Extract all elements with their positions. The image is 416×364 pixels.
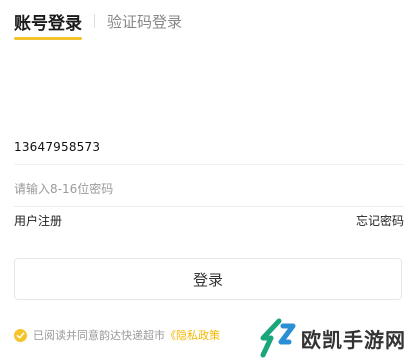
agreement-check-icon[interactable] [14, 328, 27, 342]
tab-account-login[interactable]: 账号登录 [14, 9, 82, 40]
privacy-policy-link[interactable]: 《隐私政策 [165, 327, 220, 343]
agreement-row: 已阅读并同意韵达快递超市 《隐私政策 [14, 326, 220, 344]
agreement-text: 已阅读并同意韵达快递超市 [33, 329, 165, 342]
tab-divider [94, 14, 95, 28]
tab-code-login[interactable]: 验证码登录 [107, 11, 182, 32]
password-input[interactable] [14, 182, 404, 196]
login-button[interactable]: 登录 [14, 258, 402, 300]
register-link[interactable]: 用户注册 [14, 212, 62, 229]
account-links: 用户注册 忘记密码 [14, 210, 404, 230]
watermark: 欧凯手游网 [253, 318, 406, 358]
watermark-text: 欧凯手游网 [301, 327, 406, 352]
phone-value[interactable]: 13647958573 [14, 140, 100, 154]
watermark-logo-icon [260, 318, 296, 358]
password-field[interactable] [14, 172, 404, 207]
forgot-password-link[interactable]: 忘记密码 [356, 212, 404, 229]
phone-field[interactable]: 13647958573 [14, 130, 404, 165]
login-tabs: 账号登录 验证码登录 [14, 6, 182, 40]
